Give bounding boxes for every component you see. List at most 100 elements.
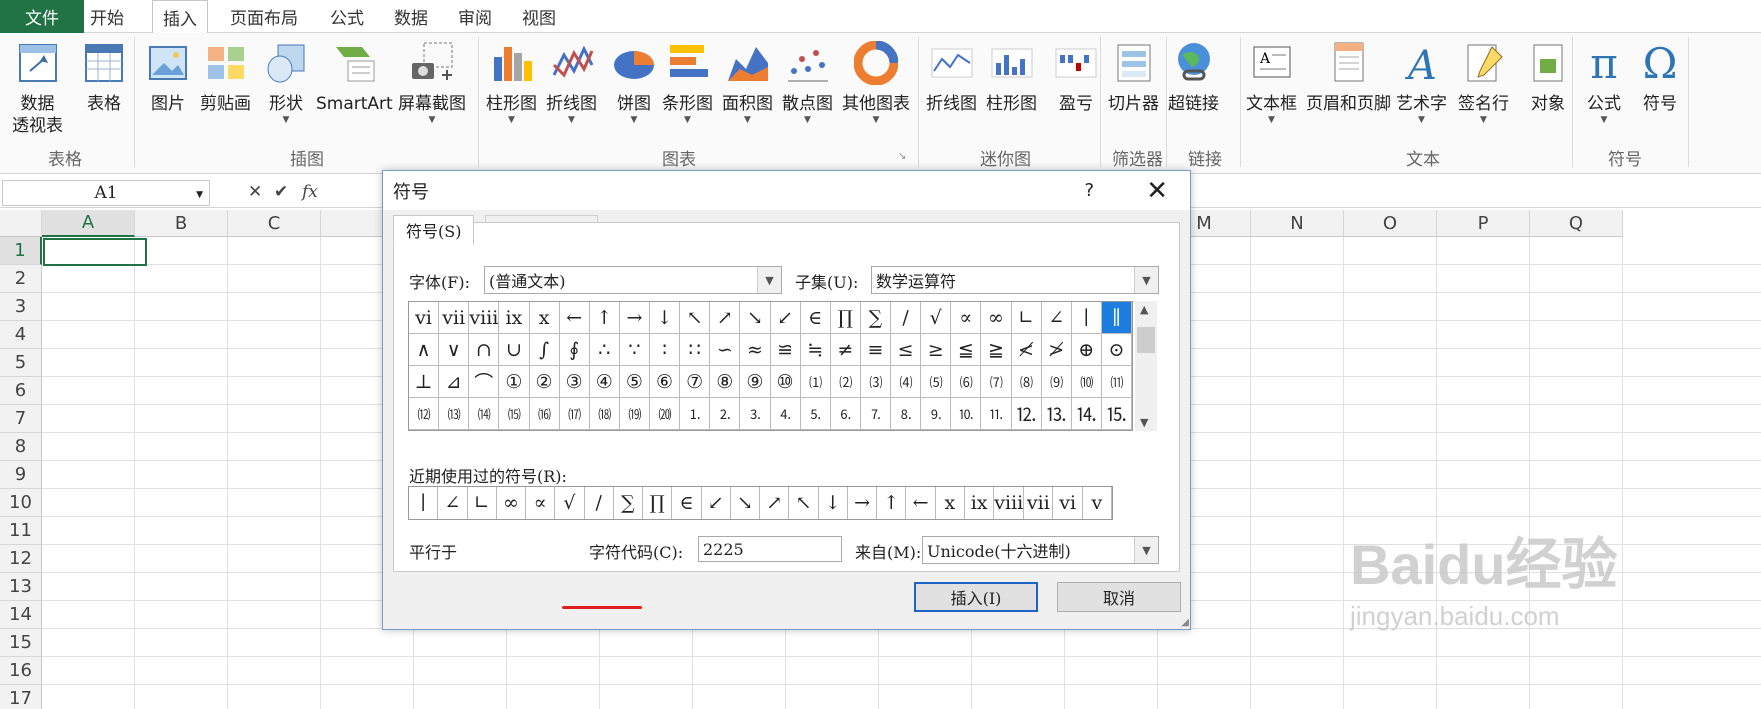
symbol-cell[interactable]: ⒇ xyxy=(650,398,681,430)
tab-page-layout[interactable]: 页面布局 xyxy=(230,0,298,33)
pivot-table-button[interactable]: 数据 透视表 xyxy=(12,39,63,137)
cancel-formula-icon[interactable]: ✕ xyxy=(248,182,262,202)
symbol-cell[interactable]: ① xyxy=(499,366,530,398)
symbol-cell[interactable]: ⒎ xyxy=(860,398,891,430)
symbol-cell[interactable]: ≤ xyxy=(891,334,922,366)
recent-symbol-cell[interactable]: ∞ xyxy=(497,487,527,519)
signature-line-button[interactable]: 签名行 ▼ xyxy=(1458,39,1509,125)
symbol-cell[interactable]: ④ xyxy=(589,366,620,398)
charts-launcher-icon[interactable]: ↘ xyxy=(898,151,906,162)
symbol-cell[interactable]: ∷ xyxy=(680,334,711,366)
symbol-cell[interactable]: ≡ xyxy=(860,334,891,366)
insert-function-icon[interactable]: fx xyxy=(302,182,318,202)
symbol-cell[interactable]: ≒ xyxy=(800,334,831,366)
scatter-chart-button[interactable]: 散点图 ▼ xyxy=(782,39,833,125)
symbol-cell[interactable]: ⑻ xyxy=(1011,366,1042,398)
confirm-formula-icon[interactable]: ✔ xyxy=(274,182,288,202)
recent-symbol-cell[interactable]: ⅴ xyxy=(1083,487,1112,519)
symbol-cell[interactable]: ∥ xyxy=(1101,302,1132,334)
symbol-cell[interactable]: ∶ xyxy=(650,334,681,366)
symbol-cell[interactable]: ⒁ xyxy=(469,398,500,430)
symbol-cell[interactable]: ⅹ xyxy=(529,302,560,334)
column-header[interactable]: A xyxy=(42,210,135,237)
recent-symbol-cell[interactable]: ∝ xyxy=(526,487,556,519)
symbol-cell[interactable]: ∠ xyxy=(1041,302,1072,334)
symbol-cell[interactable]: ⑺ xyxy=(981,366,1012,398)
cancel-button[interactable]: 取消 xyxy=(1057,582,1181,612)
symbol-cell[interactable]: → xyxy=(619,302,650,334)
tab-view[interactable]: 视图 xyxy=(522,0,556,33)
select-all-corner[interactable] xyxy=(0,210,42,237)
table-button[interactable]: 表格 xyxy=(80,39,128,115)
active-cell[interactable] xyxy=(43,238,147,266)
symbol-cell[interactable]: ⒅ xyxy=(589,398,620,430)
symbol-cell[interactable]: ⑦ xyxy=(680,366,711,398)
row-header[interactable]: 17 xyxy=(0,685,42,709)
symbol-cell[interactable]: ≈ xyxy=(740,334,771,366)
tab-data[interactable]: 数据 xyxy=(394,0,428,33)
symbol-cell[interactable]: ⒉ xyxy=(710,398,741,430)
row-header[interactable]: 5 xyxy=(0,349,42,377)
bar-chart-button[interactable]: 条形图 ▼ xyxy=(662,39,713,125)
symbol-cell[interactable]: ↗ xyxy=(710,302,741,334)
symbol-cell[interactable]: ⑨ xyxy=(740,366,771,398)
row-header[interactable]: 16 xyxy=(0,657,42,685)
row-header[interactable]: 8 xyxy=(0,433,42,461)
recent-symbol-cell[interactable]: ⅵ xyxy=(1053,487,1083,519)
column-header[interactable]: B xyxy=(135,210,228,237)
tab-home[interactable]: 开始 xyxy=(90,0,124,33)
symbol-cell[interactable]: ⒀ xyxy=(439,398,470,430)
symbol-cell[interactable]: ∴ xyxy=(589,334,620,366)
symbol-cell[interactable]: ↑ xyxy=(589,302,620,334)
scrollbar-thumb[interactable] xyxy=(1137,327,1155,353)
row-header[interactable]: 4 xyxy=(0,321,42,349)
recent-symbol-cell[interactable]: ↗ xyxy=(760,487,790,519)
symbol-cell[interactable]: ⑤ xyxy=(619,366,650,398)
row-header[interactable]: 12 xyxy=(0,545,42,573)
font-select[interactable]: (普通文本) ▼ xyxy=(484,266,782,294)
row-header[interactable]: 10 xyxy=(0,489,42,517)
recent-symbol-cell[interactable]: ⅶ xyxy=(1024,487,1054,519)
symbol-cell[interactable]: ∧ xyxy=(409,334,440,366)
symbol-cell[interactable]: √ xyxy=(921,302,952,334)
symbol-cell[interactable]: ← xyxy=(559,302,590,334)
recent-symbol-cell[interactable]: → xyxy=(848,487,878,519)
row-header[interactable]: 14 xyxy=(0,601,42,629)
symbol-cell[interactable]: ⒖ xyxy=(1101,398,1132,430)
textbox-button[interactable]: A 文本框 ▼ xyxy=(1246,39,1297,125)
symbol-cell[interactable]: ⑾ xyxy=(1101,366,1132,398)
symbol-cell[interactable]: ③ xyxy=(559,366,590,398)
symbol-cell[interactable]: ⒑ xyxy=(951,398,982,430)
symbol-cell[interactable]: ↘ xyxy=(740,302,771,334)
symbol-cell[interactable]: ⊿ xyxy=(439,366,470,398)
recent-symbol-cell[interactable]: ← xyxy=(906,487,936,519)
symbol-cell[interactable]: ∨ xyxy=(439,334,470,366)
symbol-cell[interactable]: ∑ xyxy=(860,302,891,334)
file-tab[interactable]: 文件 xyxy=(0,0,84,33)
recent-symbol-cell[interactable]: ⅹ xyxy=(936,487,965,519)
row-header[interactable]: 9 xyxy=(0,461,42,489)
symbol-cell[interactable]: ⒄ xyxy=(559,398,590,430)
row-header[interactable]: 3 xyxy=(0,293,42,321)
symbol-cell[interactable]: ② xyxy=(529,366,560,398)
symbol-cell[interactable]: ⌒ xyxy=(469,366,500,398)
symbol-cell[interactable]: ⒊ xyxy=(740,398,771,430)
recent-symbol-cell[interactable]: ∠ xyxy=(438,487,468,519)
picture-button[interactable]: 图片 xyxy=(144,39,192,115)
symbol-cell[interactable]: ≮ xyxy=(1011,334,1042,366)
insert-button[interactable]: 插入(I) xyxy=(914,582,1038,612)
symbol-cell[interactable]: ∽ xyxy=(710,334,741,366)
symbol-cell[interactable]: ↖ xyxy=(680,302,711,334)
scroll-up-icon[interactable]: ▲ xyxy=(1140,303,1148,316)
symbol-cell[interactable]: ⅸ xyxy=(499,302,530,334)
recent-symbol-cell[interactable]: √ xyxy=(555,487,585,519)
row-header[interactable]: 11 xyxy=(0,517,42,545)
subset-select[interactable]: 数学运算符 ▼ xyxy=(871,266,1159,294)
symbol-cell[interactable]: ∟ xyxy=(1011,302,1042,334)
row-header[interactable]: 2 xyxy=(0,265,42,293)
symbol-cell[interactable]: ⒌ xyxy=(800,398,831,430)
recent-symbol-cell[interactable]: ∑ xyxy=(614,487,644,519)
tab-insert[interactable]: 插入 xyxy=(152,0,208,34)
symbol-cell[interactable]: ∈ xyxy=(800,302,831,334)
equation-button[interactable]: π 公式 ▼ xyxy=(1580,39,1628,126)
